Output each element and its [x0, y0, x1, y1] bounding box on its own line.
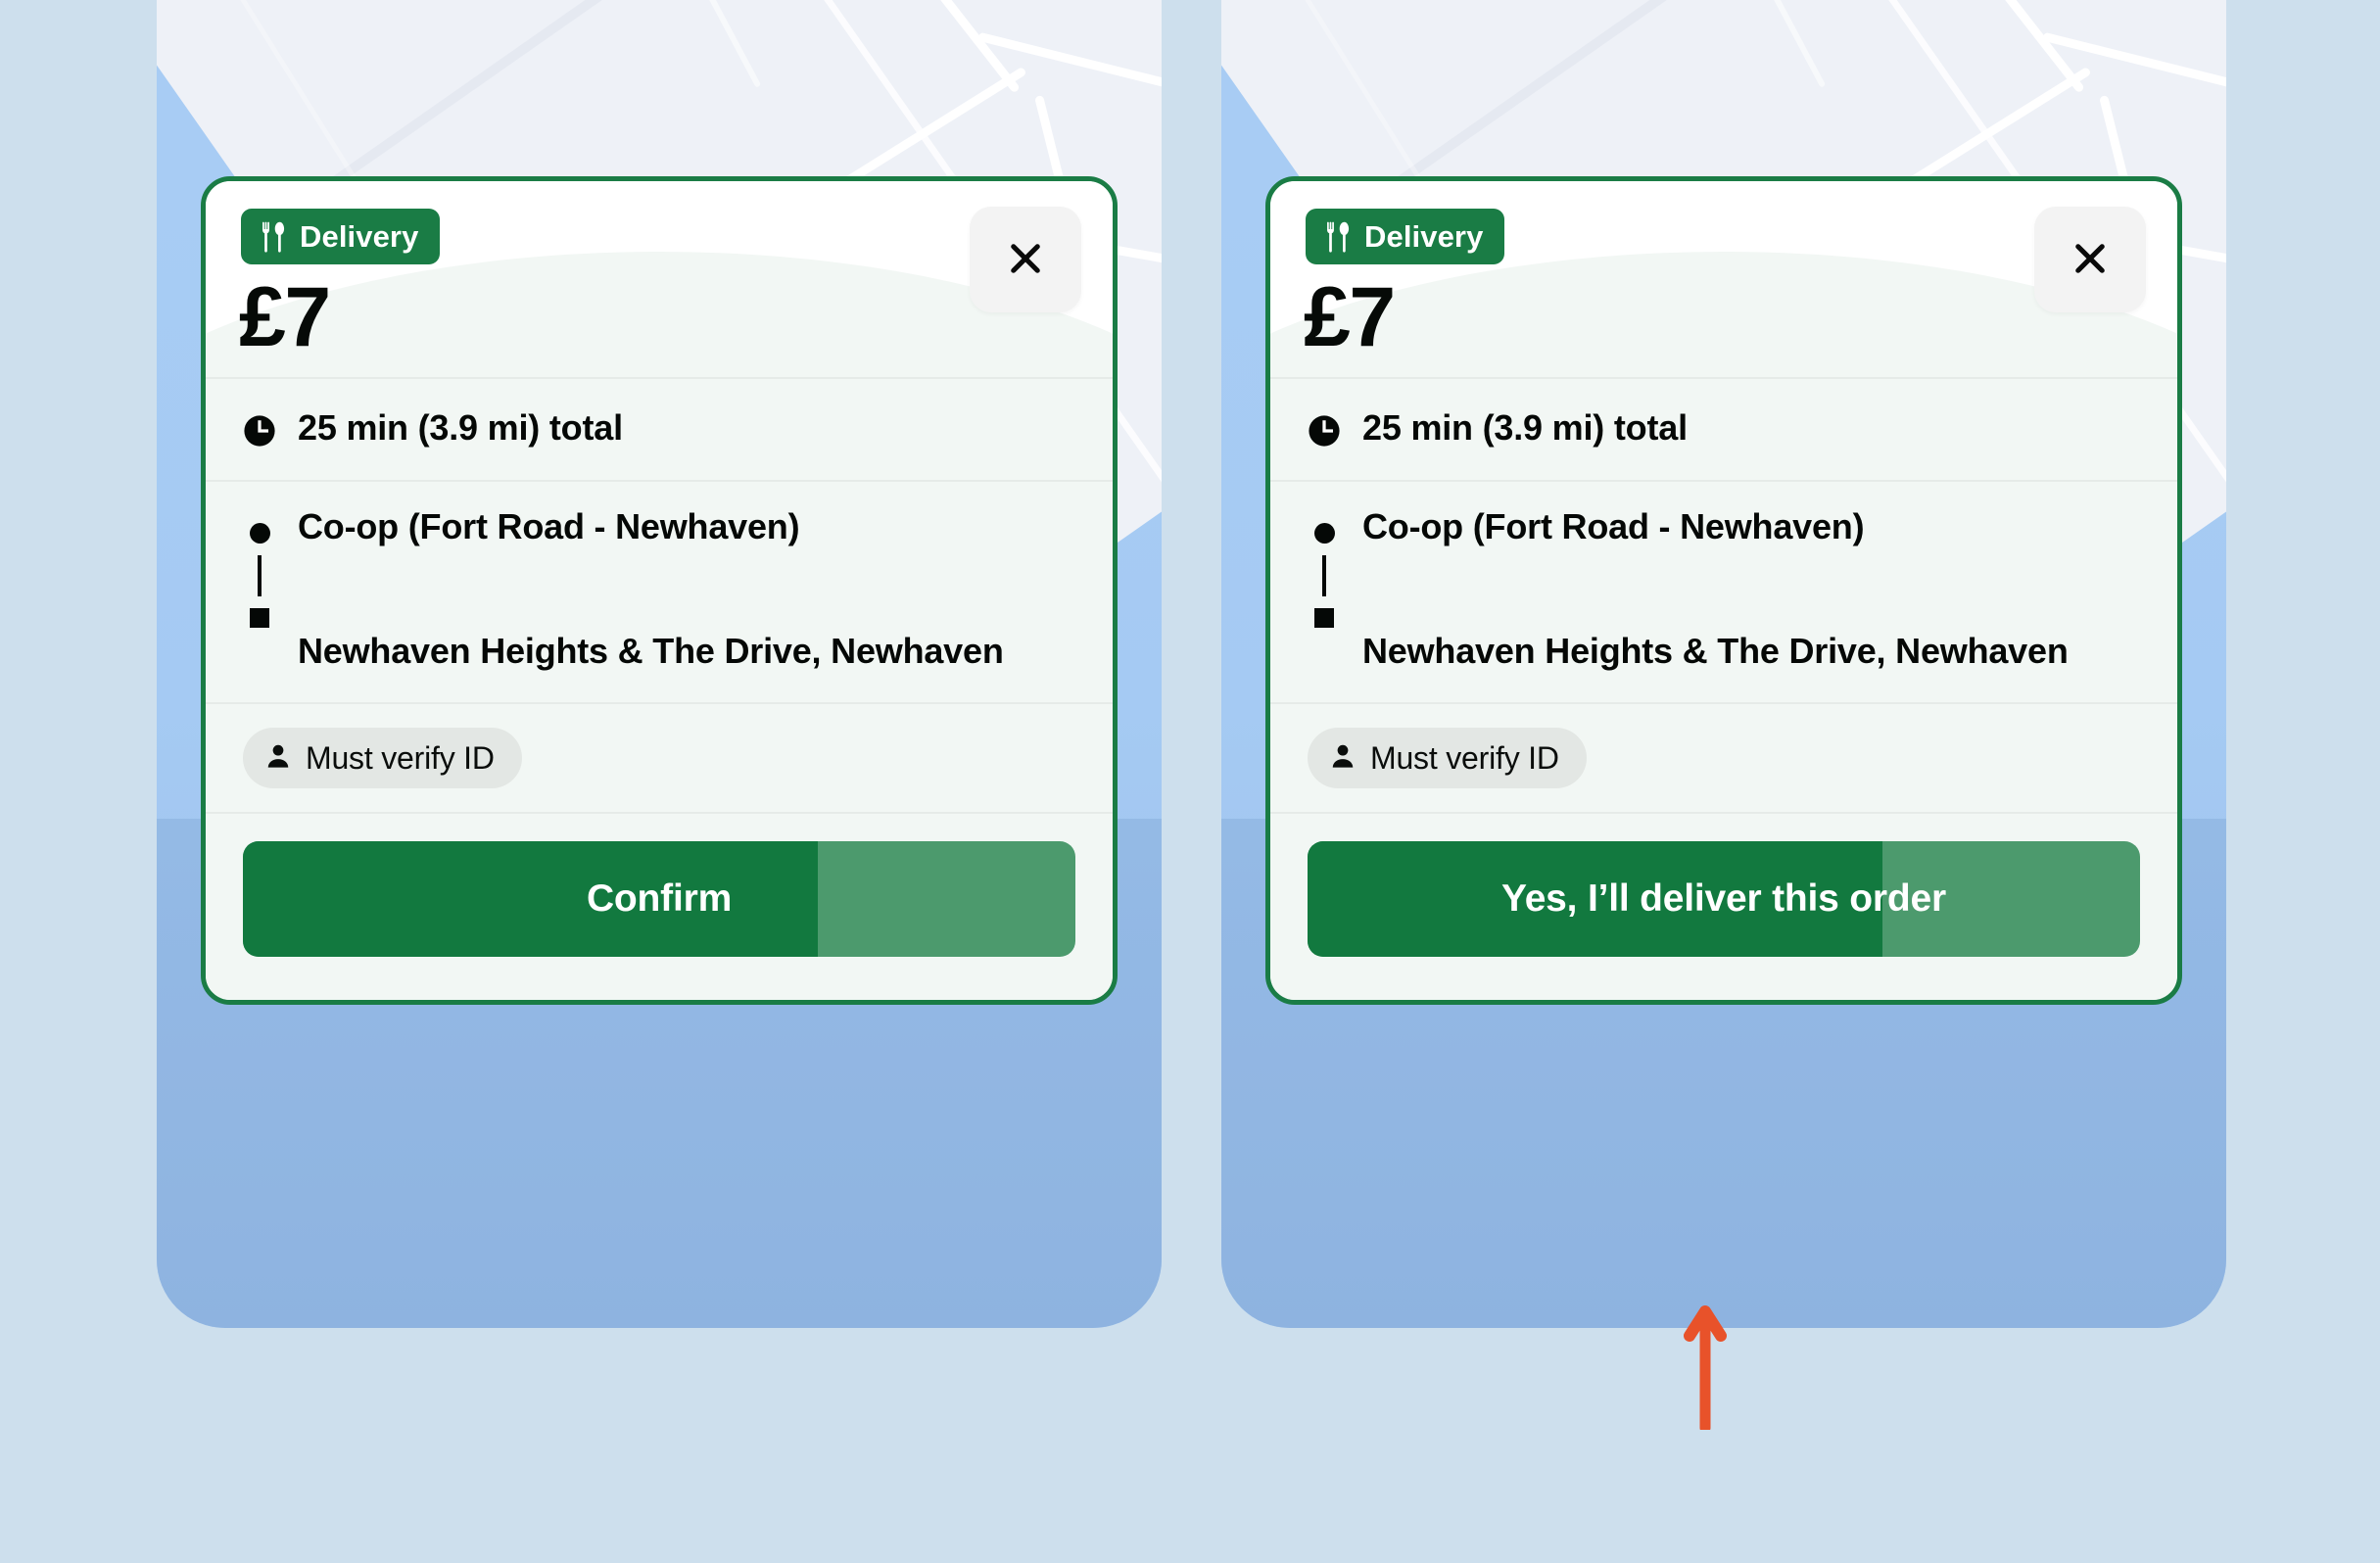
circle-marker-icon: [249, 523, 270, 544]
circle-marker-icon: [1313, 523, 1335, 544]
close-icon: [1005, 238, 1046, 282]
trip-summary-row: 25 min (3.9 mi) total: [206, 377, 1113, 480]
route-row: Co-op (Fort Road - Newhaven) Newhaven He…: [206, 480, 1113, 702]
card-header: Delivery £7: [206, 181, 1113, 377]
person-icon: [1329, 741, 1357, 776]
action-row: Confirm: [206, 812, 1113, 1000]
screenshot-stage: Delivery £7 25 min (3.9 mi) total Co-op …: [0, 0, 2380, 1563]
confirm-button[interactable]: Confirm: [243, 841, 1075, 957]
dropoff-address: Newhaven Heights & The Drive, Newhaven: [298, 631, 1004, 672]
order-offer-card: Delivery £7 25 min (3.9 mi) total Co-op …: [201, 176, 1118, 1005]
order-price: £7: [1304, 270, 1396, 364]
square-marker-icon: [250, 608, 269, 628]
route-texts: Co-op (Fort Road - Newhaven) Newhaven He…: [298, 505, 1075, 673]
trip-summary-text: 25 min (3.9 mi) total: [298, 407, 623, 448]
pickup-address: Co-op (Fort Road - Newhaven): [1362, 506, 1865, 546]
delivery-type-badge-label: Delivery: [300, 218, 419, 254]
verify-id-chip-label: Must verify ID: [1370, 739, 1559, 776]
clock-icon: [243, 406, 276, 452]
cutlery-icon: [1323, 221, 1353, 253]
delivery-type-badge: Delivery: [241, 209, 441, 264]
card-body: 25 min (3.9 mi) total Co-op (Fort Road -…: [206, 377, 1113, 1000]
requirements-row: Must verify ID: [206, 702, 1113, 812]
cutlery-icon: [259, 221, 288, 253]
route-connector-line: [258, 555, 262, 596]
route-rail: [1308, 505, 1341, 673]
card-header: Delivery £7: [1270, 181, 2177, 377]
close-button[interactable]: [970, 207, 1081, 312]
card-body: 25 min (3.9 mi) total Co-op (Fort Road -…: [1270, 377, 2177, 1000]
clock-icon: [1308, 406, 1341, 452]
trip-summary-row: 25 min (3.9 mi) total: [1270, 377, 2177, 480]
person-icon: [264, 741, 292, 776]
delivery-type-badge-label: Delivery: [1364, 218, 1484, 254]
delivery-type-badge: Delivery: [1306, 209, 1505, 264]
route-texts: Co-op (Fort Road - Newhaven) Newhaven He…: [1362, 505, 2140, 673]
verify-id-chip-label: Must verify ID: [306, 739, 495, 776]
order-price: £7: [239, 270, 331, 364]
pickup-address: Co-op (Fort Road - Newhaven): [298, 506, 800, 546]
route-connector-line: [1322, 555, 1326, 596]
verify-id-chip: Must verify ID: [1308, 728, 1587, 788]
route-rail: [243, 505, 276, 673]
trip-summary-text: 25 min (3.9 mi) total: [1362, 407, 1688, 448]
phone-panel-after: Delivery £7 25 min (3.9 mi) total Co-op …: [1221, 0, 2226, 1328]
confirm-button-label: Confirm: [586, 877, 733, 920]
phone-panel-before: Delivery £7 25 min (3.9 mi) total Co-op …: [157, 0, 1162, 1328]
dropoff-address: Newhaven Heights & The Drive, Newhaven: [1362, 631, 2069, 672]
requirements-row: Must verify ID: [1270, 702, 2177, 812]
verify-id-chip: Must verify ID: [243, 728, 522, 788]
action-row: Yes, I’ll deliver this order: [1270, 812, 2177, 1000]
square-marker-icon: [1314, 608, 1334, 628]
up-arrow-icon: [1683, 1302, 1728, 1434]
close-icon: [2070, 238, 2111, 282]
accept-order-button[interactable]: Yes, I’ll deliver this order: [1308, 841, 2140, 957]
route-row: Co-op (Fort Road - Newhaven) Newhaven He…: [1270, 480, 2177, 702]
close-button[interactable]: [2034, 207, 2146, 312]
order-offer-card: Delivery £7 25 min (3.9 mi) total Co-op …: [1265, 176, 2182, 1005]
accept-order-button-label: Yes, I’ll deliver this order: [1501, 877, 1946, 920]
